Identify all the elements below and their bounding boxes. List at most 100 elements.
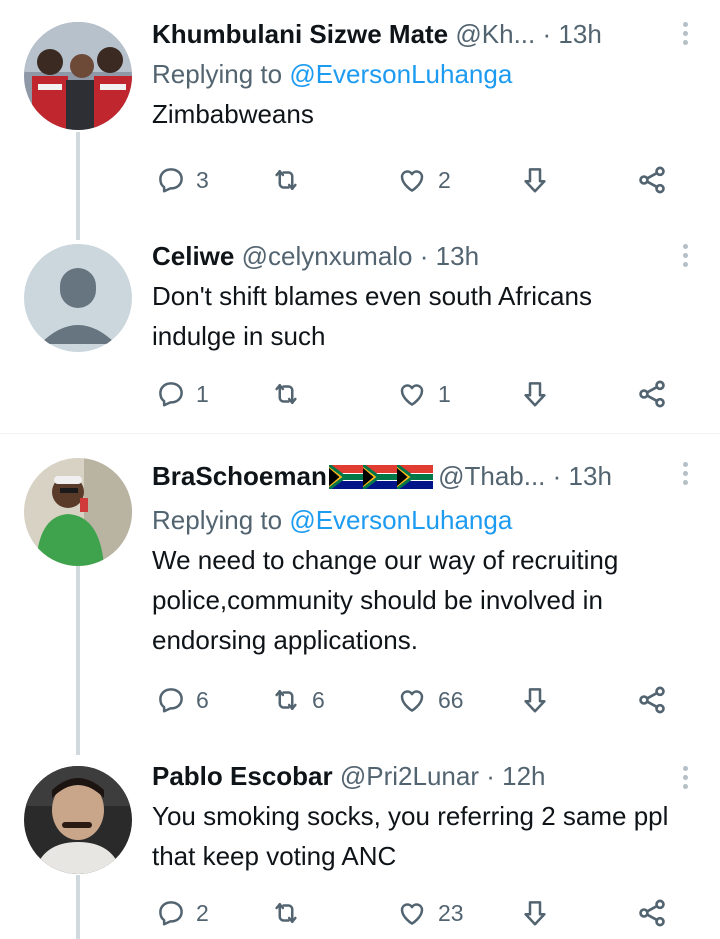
reply-button[interactable]: 1 bbox=[156, 374, 209, 414]
bookmark-download-icon bbox=[524, 688, 546, 713]
timestamp[interactable]: 13h bbox=[558, 19, 601, 49]
share-button[interactable] bbox=[636, 374, 668, 414]
share-button[interactable] bbox=[636, 680, 668, 720]
timestamp[interactable]: 12h bbox=[502, 761, 545, 791]
more-icon[interactable] bbox=[680, 244, 690, 271]
retweet-button[interactable] bbox=[270, 893, 312, 933]
tweet-content: Khumbulani Sizwe Mate @Kh... · 13h Reply… bbox=[152, 16, 680, 134]
tweet[interactable]: Celiwe @celynxumalo · 13h Don't shift bl… bbox=[0, 240, 720, 432]
more-icon[interactable] bbox=[680, 766, 690, 793]
like-count: 23 bbox=[438, 899, 464, 926]
flag-emojis bbox=[327, 462, 433, 498]
tweet-actions: 6 6 66 bbox=[156, 680, 676, 720]
bookmark-button[interactable] bbox=[520, 374, 550, 414]
heart-icon bbox=[400, 690, 424, 712]
display-name[interactable]: BraSchoeman bbox=[152, 461, 327, 491]
retweet-icon bbox=[275, 690, 297, 710]
reply-count: 3 bbox=[196, 166, 209, 193]
separator-dot: · bbox=[419, 241, 429, 271]
share-icon bbox=[639, 686, 665, 714]
tweet-header: Khumbulani Sizwe Mate @Kh... · 13h bbox=[152, 16, 680, 52]
bookmark-button[interactable] bbox=[520, 160, 550, 200]
reply-icon bbox=[159, 382, 183, 407]
reply-button[interactable]: 2 bbox=[156, 893, 209, 933]
reply-count: 6 bbox=[196, 686, 209, 713]
avatar[interactable] bbox=[24, 244, 132, 352]
display-name[interactable]: Khumbulani Sizwe Mate bbox=[152, 19, 448, 49]
user-handle[interactable]: @Pri2Lunar bbox=[340, 761, 479, 791]
bookmark-download-icon bbox=[524, 382, 546, 407]
more-icon[interactable] bbox=[680, 462, 690, 489]
like-count: 66 bbox=[438, 686, 464, 713]
separator-dot: · bbox=[552, 461, 562, 491]
mention-link[interactable]: @EversonLuhanga bbox=[289, 59, 512, 89]
heart-icon bbox=[400, 384, 424, 406]
display-name[interactable]: Celiwe bbox=[152, 241, 234, 271]
tweet[interactable]: Khumbulani Sizwe Mate @Kh... · 13h Reply… bbox=[0, 0, 720, 240]
tweet-actions: 2 23 bbox=[156, 893, 676, 933]
tweet-text: You smoking socks, you referring 2 same … bbox=[152, 801, 669, 871]
share-icon bbox=[639, 899, 665, 927]
tweet-content: Celiwe @celynxumalo · 13h Don't shift bl… bbox=[152, 238, 680, 356]
like-button[interactable]: 1 bbox=[396, 374, 451, 414]
reply-button[interactable]: 3 bbox=[156, 160, 209, 200]
south-africa-flag-icon bbox=[327, 463, 365, 491]
like-button[interactable]: 66 bbox=[396, 680, 464, 720]
timestamp[interactable]: 13h bbox=[569, 461, 612, 491]
bookmark-button[interactable] bbox=[520, 680, 550, 720]
more-icon[interactable] bbox=[680, 22, 690, 49]
timestamp[interactable]: 13h bbox=[436, 241, 479, 271]
heart-icon bbox=[400, 170, 424, 192]
separator-dot: · bbox=[542, 19, 552, 49]
like-count: 1 bbox=[438, 380, 451, 407]
tweet-content: BraSchoeman @Thab... · 13h Replying to @… bbox=[152, 458, 680, 660]
bookmark-download-icon bbox=[524, 168, 546, 193]
reply-button[interactable]: 6 bbox=[156, 680, 209, 720]
tweet-content: Pablo Escobar @Pri2Lunar · 12h You smoki… bbox=[152, 758, 680, 876]
tweet-actions: 1 1 bbox=[156, 374, 676, 414]
tweet-actions: 3 2 bbox=[156, 160, 676, 200]
bookmark-button[interactable] bbox=[520, 893, 550, 933]
tweet-header: Celiwe @celynxumalo · 13h bbox=[152, 238, 680, 274]
share-icon bbox=[639, 380, 665, 408]
heart-icon bbox=[400, 903, 424, 925]
retweet-button[interactable]: 6 bbox=[270, 680, 325, 720]
share-button[interactable] bbox=[636, 160, 668, 200]
bookmark-download-icon bbox=[524, 901, 546, 926]
tweet-header: BraSchoeman @Thab... · 13h bbox=[152, 458, 680, 498]
reply-icon bbox=[159, 168, 183, 193]
avatar[interactable] bbox=[24, 458, 132, 566]
mention-link[interactable]: @EversonLuhanga bbox=[289, 505, 512, 535]
avatar[interactable] bbox=[24, 766, 132, 874]
tweet[interactable]: Pablo Escobar @Pri2Lunar · 12h You smoki… bbox=[0, 752, 720, 939]
like-count: 2 bbox=[438, 166, 451, 193]
display-name[interactable]: Pablo Escobar bbox=[152, 761, 333, 791]
tweet-text: Don't shift blames even south Africans i… bbox=[152, 281, 592, 351]
reply-count: 1 bbox=[196, 380, 209, 407]
retweet-icon bbox=[275, 170, 297, 190]
tweet-header: Pablo Escobar @Pri2Lunar · 12h bbox=[152, 758, 680, 794]
like-button[interactable]: 2 bbox=[396, 160, 451, 200]
replying-to-label: Replying to bbox=[152, 505, 290, 535]
retweet-icon bbox=[275, 384, 297, 404]
retweet-count: 6 bbox=[312, 686, 325, 713]
retweet-button[interactable] bbox=[270, 374, 312, 414]
share-button[interactable] bbox=[636, 893, 668, 933]
replying-to-label: Replying to bbox=[152, 59, 290, 89]
reply-count: 2 bbox=[196, 899, 209, 926]
retweet-button[interactable] bbox=[270, 160, 312, 200]
reply-icon bbox=[159, 688, 183, 713]
south-africa-flag-icon bbox=[361, 463, 399, 491]
user-handle[interactable]: @Thab... bbox=[438, 461, 545, 491]
replying-to: Replying to @EversonLuhanga bbox=[152, 56, 680, 92]
like-button[interactable]: 23 bbox=[396, 893, 464, 933]
share-icon bbox=[639, 166, 665, 194]
replying-to: Replying to @EversonLuhanga bbox=[152, 502, 680, 538]
user-handle[interactable]: @celynxumalo bbox=[242, 241, 413, 271]
user-handle[interactable]: @Kh... bbox=[455, 19, 535, 49]
tweet[interactable]: BraSchoeman @Thab... · 13h Replying to @… bbox=[0, 434, 720, 752]
reply-icon bbox=[159, 901, 183, 926]
avatar[interactable] bbox=[24, 22, 132, 130]
separator-dot: · bbox=[486, 761, 495, 791]
retweet-icon bbox=[275, 903, 297, 923]
